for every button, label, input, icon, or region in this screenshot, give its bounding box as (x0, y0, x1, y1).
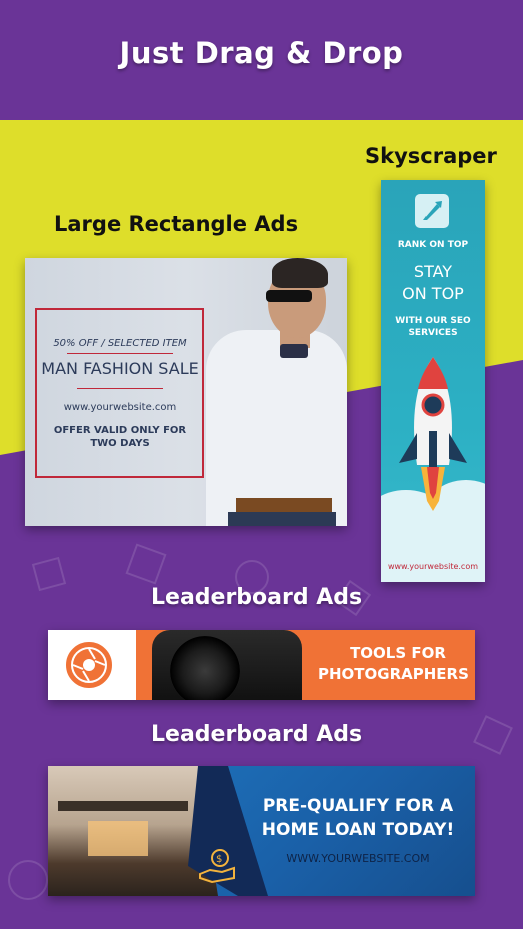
ad-offer-text: 50% OFF / SELECTED ITEM (53, 338, 187, 349)
leaderboard-label: Leaderboard Ads (151, 722, 363, 747)
leaderboard-text-line2: PHOTOGRAPHERS (318, 665, 469, 683)
model-pants (228, 512, 336, 526)
photography-leaderboard-ad[interactable]: TOOLS FOR PHOTOGRAPHERS (48, 630, 475, 700)
sky-headline-line2: ON TOP (402, 284, 464, 303)
decorative-square-shape (473, 715, 513, 755)
model-belt (236, 498, 332, 514)
ad-frame (35, 308, 204, 478)
leaderboard-label: Leaderboard Ads (151, 585, 363, 610)
ad-divider (77, 388, 163, 389)
ad-headline: MAN FASHION SALE (41, 359, 199, 378)
ad-note-line2: TWO DAYS (90, 438, 150, 449)
loan-headline-line1: PRE-QUALIFY FOR A (262, 796, 454, 816)
bowtie-icon (280, 344, 308, 358)
large-rectangle-ad[interactable]: 50% OFF / SELECTED ITEM MAN FASHION SALE… (25, 258, 347, 526)
camera-photo (152, 630, 302, 700)
decorative-square-shape (125, 543, 167, 585)
cloud-base (381, 525, 485, 582)
model-neck (280, 326, 310, 348)
leaderboard-text-line1: TOOLS FOR (350, 644, 446, 662)
ad-website: www.yourwebsite.com (63, 402, 177, 413)
model-face (268, 268, 326, 338)
model-shirt (206, 330, 347, 526)
ad-divider (67, 353, 173, 354)
rocket-logo-icon (415, 194, 449, 228)
sky-headline-line1: STAY (413, 262, 453, 281)
decorative-square-shape (31, 556, 67, 592)
ad-note-line1: OFFER VALID ONLY FOR (53, 425, 187, 436)
page-title: Just Drag & Drop (119, 36, 404, 70)
sunglasses-icon (266, 290, 312, 302)
house-window (88, 821, 148, 856)
house-roof (58, 801, 188, 811)
home-loan-leaderboard-ad[interactable]: $ PRE-QUALIFY FOR A HOME LOAN TODAY! WWW… (48, 766, 475, 896)
svg-text:$: $ (216, 854, 222, 865)
skyscraper-ad[interactable]: RANK ON TOP STAY ON TOP WITH OUR SEO SER… (381, 180, 485, 582)
sky-sub-line1: WITH OUR SEO (395, 316, 471, 326)
decorative-circle-shape (8, 860, 48, 900)
camera-shutter-icon (66, 642, 112, 688)
loan-headline-line2: HOME LOAN TODAY! (261, 820, 455, 840)
skyscraper-label: Skyscraper (365, 144, 497, 168)
sky-sub-line2: SERVICES (408, 328, 458, 338)
large-rectangle-label: Large Rectangle Ads (54, 212, 299, 236)
rocket-icon (399, 357, 467, 511)
loan-website: WWW.YOURWEBSITE.COM (286, 852, 430, 865)
model-hair (272, 258, 328, 288)
money-hand-icon: $ (198, 848, 238, 884)
sky-kicker: RANK ON TOP (397, 240, 469, 250)
sky-website: www.yourwebsite.com (387, 562, 479, 571)
camera-lens (170, 636, 240, 700)
